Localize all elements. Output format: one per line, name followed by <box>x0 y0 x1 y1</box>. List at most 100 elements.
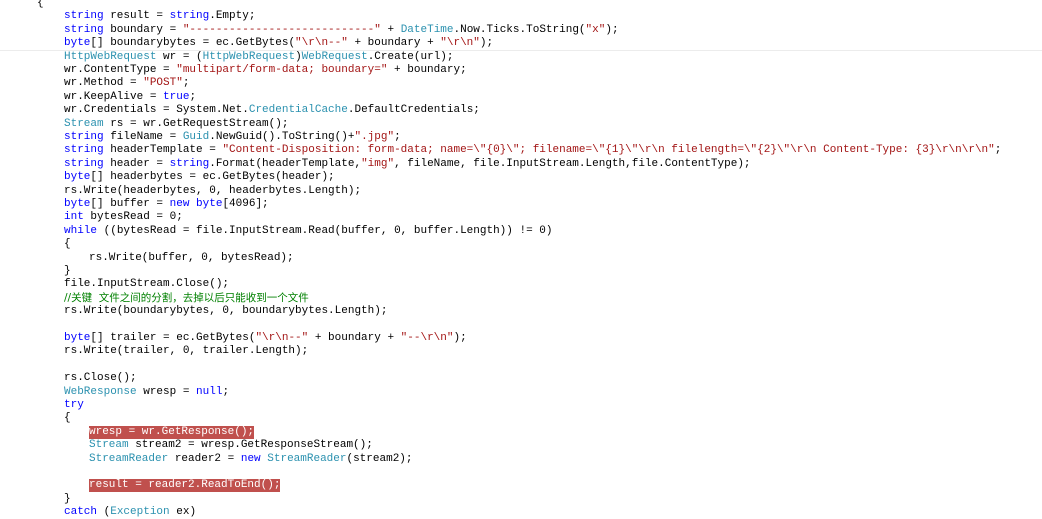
code-token: HttpWebRequest <box>202 50 296 63</box>
code-token: rs.Write(buffer, 0, bytesRead); <box>89 251 294 264</box>
code-token: string <box>64 23 104 36</box>
code-text: rs.Write(trailer, 0, trailer.Length); <box>64 345 308 358</box>
code-editor[interactable]: {string result = string.Empty; string bou… <box>0 0 1042 518</box>
code-token: stream2 = wresp.GetResponseStream(); <box>128 439 373 452</box>
code-token: WebRequest <box>301 50 368 63</box>
code-token: catch <box>64 506 98 519</box>
code-token: string <box>169 10 210 23</box>
code-token: .DefaultCredentials; <box>347 104 480 117</box>
code-token: Exception <box>110 506 170 519</box>
code-text: int bytesRead = 0; <box>64 211 183 224</box>
code-token: wr.KeepAlive = <box>64 90 164 103</box>
code-token: WebResponse <box>64 385 137 398</box>
code-text: Stream rs = wr.GetRequestStream(); <box>64 118 288 131</box>
code-token: wr.ContentType = <box>64 64 177 76</box>
code-token: } <box>64 265 71 277</box>
code-line: WebResponse wresp = null; <box>0 386 1042 399</box>
code-token: new <box>240 452 261 465</box>
code-token: string <box>169 157 210 170</box>
code-text: wr.Method = "POST"; <box>64 77 189 90</box>
code-token: ; <box>189 90 197 103</box>
code-line: string result = string.Empty; <box>0 10 1042 23</box>
code-token: StreamReader <box>89 452 169 465</box>
code-line: wr.ContentType = "multipart/form-data; b… <box>0 64 1042 77</box>
code-line: wr.Credentials = System.Net.CredentialCa… <box>0 104 1042 117</box>
code-token: CredentialCache <box>248 104 348 117</box>
code-token: rs.Write(headerbytes, 0, headerbytes.Len… <box>64 184 362 197</box>
code-token: wr.Method = <box>64 77 144 90</box>
code-text: WebResponse wresp = null; <box>64 386 229 399</box>
code-token: [4096]; <box>222 198 269 210</box>
code-line: string boundary = "---------------------… <box>0 24 1042 37</box>
code-token: wresp = wr.GetResponse(); <box>89 425 255 438</box>
code-text: byte[] buffer = new byte[4096]; <box>64 198 269 211</box>
code-token: bytesRead = 0; <box>83 211 183 224</box>
code-token: .Create(url); <box>367 50 454 63</box>
code-line: try <box>0 399 1042 412</box>
code-token: ); <box>479 37 494 50</box>
code-text: { <box>64 238 71 251</box>
code-token: .Now.Ticks.ToString( <box>453 23 586 36</box>
code-token: ) <box>295 50 302 63</box>
code-text: } <box>64 265 71 278</box>
code-token: "--\r\n" <box>400 332 454 344</box>
code-token: string <box>64 10 104 23</box>
code-token: } <box>64 492 71 505</box>
code-line: byte[] headerbytes = ec.GetBytes(header)… <box>0 171 1042 184</box>
code-token: int <box>64 211 84 224</box>
code-token: reader2 = <box>168 452 241 465</box>
code-text: } <box>64 493 71 506</box>
code-line: byte[] boundarybytes = ec.GetBytes("\r\n… <box>0 37 1042 52</box>
code-line: rs.Write(headerbytes, 0, headerbytes.Len… <box>0 185 1042 198</box>
code-line: result = reader2.ReadToEnd(); <box>0 479 1042 493</box>
code-token: rs.Write(boundarybytes, 0, boundarybytes… <box>64 305 388 318</box>
code-text: byte[] headerbytes = ec.GetBytes(header)… <box>64 171 335 184</box>
code-token: wresp = <box>136 385 197 398</box>
code-text: try <box>64 399 84 412</box>
code-token: "multipart/form-data; boundary=" <box>176 64 388 76</box>
code-text: byte[] boundarybytes = ec.GetBytes("\r\n… <box>64 37 493 50</box>
code-line: { <box>0 0 1042 10</box>
code-token: "img" <box>361 157 395 170</box>
code-text: string result = string.Empty; <box>64 10 255 23</box>
code-token: Guid <box>182 131 210 143</box>
code-line: { <box>0 412 1042 425</box>
code-token: + boundary + <box>308 332 401 344</box>
code-token: HttpWebRequest <box>64 50 157 63</box>
code-token: + boundary; <box>387 64 467 76</box>
code-text: rs.Write(headerbytes, 0, headerbytes.Len… <box>64 185 361 198</box>
code-token: byte <box>64 332 91 344</box>
code-line: string header = string.Format(headerTemp… <box>0 158 1042 171</box>
code-token: boundary = <box>103 23 183 36</box>
highlighted-code: wresp = wr.GetResponse(); <box>89 425 255 439</box>
code-token: ex) <box>169 506 197 519</box>
code-token: while <box>64 224 98 237</box>
code-token: ; <box>222 385 230 398</box>
code-token: ; <box>994 144 1002 157</box>
code-text: wr.Credentials = System.Net.CredentialCa… <box>64 104 480 117</box>
code-line: catch (Exception ex) <box>0 506 1042 519</box>
code-line: while ((bytesRead = file.InputStream.Rea… <box>0 225 1042 238</box>
code-line: HttpWebRequest wr = (HttpWebRequest)WebR… <box>0 51 1042 64</box>
code-text: string headerTemplate = "Content-Disposi… <box>64 144 1001 157</box>
code-token: fileName = <box>103 131 183 143</box>
code-text: string boundary = "---------------------… <box>64 24 619 37</box>
code-token: .Format(headerTemplate, <box>209 157 362 170</box>
code-token: string <box>64 157 104 170</box>
code-token: ); <box>605 23 619 36</box>
code-token: { <box>64 412 71 425</box>
code-token: ; <box>182 77 190 90</box>
code-text: rs.Write(buffer, 0, bytesRead); <box>89 252 294 265</box>
code-token: rs.Close(); <box>64 372 137 385</box>
code-line: byte[] trailer = ec.GetBytes("\r\n--" + … <box>0 332 1042 345</box>
code-token: { <box>37 0 44 9</box>
code-line: //关键 文件之间的分割，去掉以后只能收到一个文件 <box>0 292 1042 305</box>
code-text: Stream stream2 = wresp.GetResponseStream… <box>89 439 373 452</box>
code-token: byte <box>64 37 91 50</box>
code-line: } <box>0 265 1042 278</box>
code-token: file.InputStream.Close(); <box>64 278 230 291</box>
code-token: "Content-Disposition: form-data; name=\"… <box>222 144 995 157</box>
code-line: rs.Close(); <box>0 372 1042 385</box>
